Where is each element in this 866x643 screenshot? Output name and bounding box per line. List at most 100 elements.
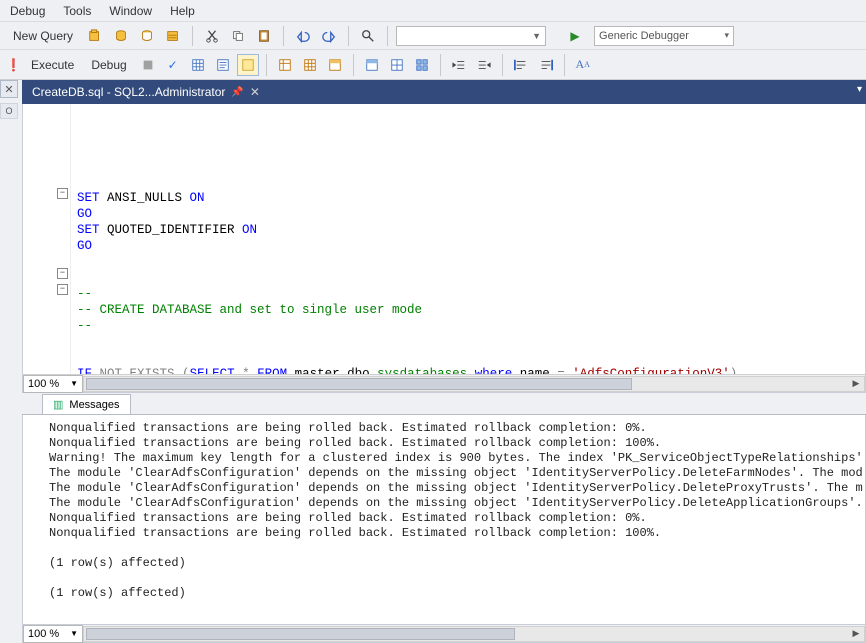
table-icon-1[interactable]	[274, 54, 296, 76]
table-icon-3[interactable]	[324, 54, 346, 76]
code-token: where	[475, 367, 513, 374]
paste-icon[interactable]	[253, 25, 275, 47]
code-token: SELECT	[190, 367, 235, 374]
chevron-down-icon: ▾	[725, 30, 730, 41]
menu-help[interactable]: Help	[170, 4, 195, 18]
execute-marker-icon: ❗	[6, 58, 21, 72]
editor-hscrollbar[interactable]: ◀ ▶	[83, 376, 865, 392]
messages-zoom-combo[interactable]: 100 % ▼	[23, 625, 83, 643]
menu-bar: Debug Tools Window Help	[0, 0, 866, 22]
copy-icon[interactable]	[227, 25, 249, 47]
scroll-thumb[interactable]	[86, 628, 515, 640]
code-token: dbo	[347, 367, 370, 374]
code-comment: --	[77, 319, 92, 333]
code-token: EXISTS	[122, 367, 182, 374]
pin-icon[interactable]: 📌	[231, 87, 243, 98]
fold-toggle[interactable]: −	[57, 188, 68, 199]
tab-overflow-icon[interactable]: ▾	[857, 84, 862, 95]
actual-plan-icon[interactable]	[237, 54, 259, 76]
messages-tab[interactable]: ▥ Messages	[42, 394, 131, 414]
comment-icon[interactable]	[510, 54, 532, 76]
code-token: sysdatabases	[377, 367, 475, 374]
play-continue-icon[interactable]: ▶	[564, 25, 586, 47]
font-size-icon[interactable]: AA	[572, 54, 594, 76]
database-combo[interactable]: ▼	[396, 26, 546, 46]
zoom-value: 100 %	[28, 378, 59, 390]
code-token: *	[235, 367, 258, 374]
indent-icon[interactable]	[473, 54, 495, 76]
chevron-down-icon: ▼	[70, 379, 78, 388]
main-toolbar: New Query ▼ ▶ Generic Debugger ▾	[0, 22, 866, 50]
execute-button[interactable]: Execute	[24, 54, 81, 76]
outdent-icon[interactable]	[448, 54, 470, 76]
scroll-right-icon[interactable]: ▶	[848, 377, 864, 391]
code-token: FROM	[257, 367, 287, 374]
code-token: 'AdfsConfigurationV3'	[572, 367, 730, 374]
code-token: QUOTED_IDENTIFIER	[100, 223, 243, 237]
editor-pane: − − − SET ANSI_NULLS ON GO SET QUOTED_ID…	[22, 104, 866, 393]
parse-check-icon[interactable]: ✓	[162, 54, 184, 76]
chevron-down-icon: ▼	[532, 31, 541, 41]
code-token: IF	[77, 367, 92, 374]
menu-tools[interactable]: Tools	[63, 4, 91, 18]
chevron-down-icon: ▼	[70, 629, 78, 638]
query-toolbar: ❗ Execute Debug ✓ AA	[0, 50, 866, 80]
db-icon-3[interactable]	[136, 25, 158, 47]
view-icon-1[interactable]	[361, 54, 383, 76]
table-icon-2[interactable]	[299, 54, 321, 76]
results-text-icon[interactable]	[212, 54, 234, 76]
fold-toggle[interactable]: −	[57, 284, 68, 295]
results-tabstrip: ▥ Messages	[22, 393, 866, 415]
new-query-button[interactable]: New Query	[6, 25, 80, 47]
find-icon[interactable]	[357, 25, 379, 47]
menu-window[interactable]: Window	[109, 4, 152, 18]
menu-debug[interactable]: Debug	[10, 4, 45, 18]
scroll-right-icon[interactable]: ▶	[848, 627, 864, 641]
open-db-icon[interactable]	[84, 25, 106, 47]
code-token: GO	[77, 207, 92, 221]
code-token: =	[557, 367, 565, 374]
debugger-combo-label: Generic Debugger	[599, 30, 689, 42]
uncomment-icon[interactable]	[535, 54, 557, 76]
stop-icon[interactable]	[137, 54, 159, 76]
editor-status-row: 100 % ▼ ◀ ▶	[23, 374, 865, 392]
cut-icon[interactable]	[201, 25, 223, 47]
debugger-combo[interactable]: Generic Debugger ▾	[594, 26, 734, 46]
code-token: )	[730, 367, 738, 374]
redo-icon[interactable]	[318, 25, 340, 47]
fold-toggle[interactable]: −	[57, 268, 68, 279]
close-tab-icon[interactable]: ✕	[250, 85, 260, 99]
code-token: GO	[77, 239, 92, 253]
code-token: name	[512, 367, 557, 374]
code-token: SET	[77, 191, 100, 205]
db-icon-2[interactable]	[110, 25, 132, 47]
code-token: ON	[242, 223, 257, 237]
messages-output[interactable]: Nonqualified transactions are being roll…	[22, 415, 866, 625]
sql-editor[interactable]: − − − SET ANSI_NULLS ON GO SET QUOTED_ID…	[23, 104, 865, 374]
code-token: (	[182, 367, 190, 374]
messages-hscrollbar[interactable]: ◀ ▶	[83, 626, 865, 642]
zoom-value: 100 %	[28, 628, 59, 640]
code-comment: --	[77, 287, 92, 301]
db-icon-4[interactable]	[162, 25, 184, 47]
messages-icon: ▥	[53, 398, 63, 411]
zoom-combo[interactable]: 100 % ▼	[23, 375, 83, 393]
messages-tab-label: Messages	[69, 399, 119, 411]
code-token: ON	[190, 191, 205, 205]
panel-close-button[interactable]: ✕	[0, 80, 18, 98]
view-icon-3[interactable]	[411, 54, 433, 76]
code-token: NOT	[92, 367, 122, 374]
code-token: ANSI_NULLS	[100, 191, 190, 205]
scroll-thumb[interactable]	[86, 378, 632, 390]
undo-icon[interactable]	[292, 25, 314, 47]
code-token: SET	[77, 223, 100, 237]
code-comment: -- CREATE DATABASE and set to single use…	[77, 303, 422, 317]
document-tab[interactable]: CreateDB.sql - SQL2...Administrator 📌 ✕	[22, 80, 270, 104]
messages-status-row: 100 % ▼ ◀ ▶	[22, 625, 866, 643]
tab-title: CreateDB.sql - SQL2...Administrator	[32, 85, 225, 99]
left-edge-tab[interactable]: O	[0, 103, 18, 119]
view-icon-2[interactable]	[386, 54, 408, 76]
debug-button[interactable]: Debug	[84, 54, 133, 76]
code-token: .	[340, 367, 348, 374]
results-grid-icon[interactable]	[187, 54, 209, 76]
